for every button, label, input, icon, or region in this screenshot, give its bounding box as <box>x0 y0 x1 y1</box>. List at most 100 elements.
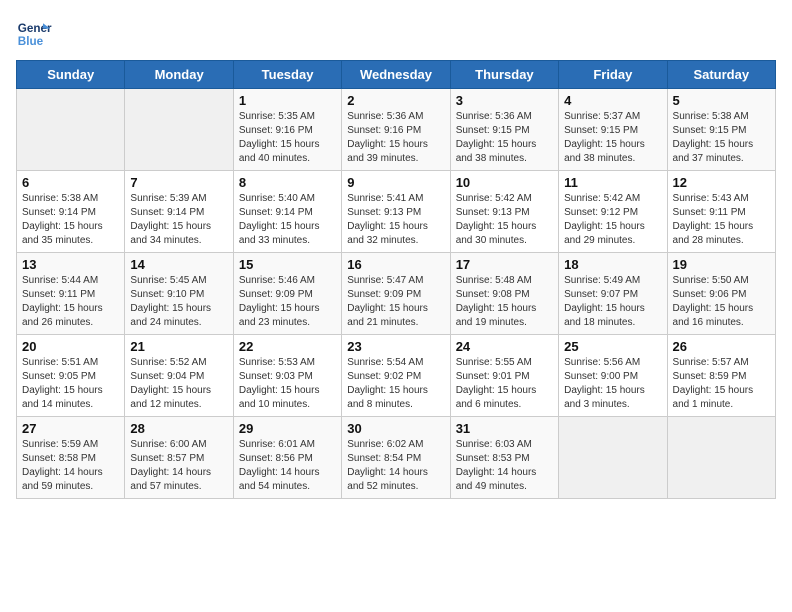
calendar-cell <box>667 417 775 499</box>
day-number: 3 <box>456 93 553 108</box>
day-info: Sunrise: 5:38 AM Sunset: 9:14 PM Dayligh… <box>22 192 119 248</box>
day-info: Sunrise: 6:01 AM Sunset: 8:56 PM Dayligh… <box>239 438 336 494</box>
day-info: Sunrise: 5:42 AM Sunset: 9:13 PM Dayligh… <box>456 192 553 248</box>
calendar-cell: 28 Sunrise: 6:00 AM Sunset: 8:57 PM Dayli… <box>125 417 233 499</box>
day-header-monday: Monday <box>125 61 233 89</box>
day-number: 12 <box>673 175 770 190</box>
calendar-cell: 1Sunrise: 5:35 AM Sunset: 9:16 PM Daylig… <box>233 89 341 171</box>
calendar-cell: 9 Sunrise: 5:41 AM Sunset: 9:13 PM Daylig… <box>342 171 450 253</box>
day-number: 6 <box>22 175 119 190</box>
calendar-cell: 19 Sunrise: 5:50 AM Sunset: 9:06 PM Dayli… <box>667 253 775 335</box>
day-info: Sunrise: 5:54 AM Sunset: 9:02 PM Dayligh… <box>347 356 444 412</box>
calendar-cell: 22 Sunrise: 5:53 AM Sunset: 9:03 PM Dayli… <box>233 335 341 417</box>
day-header-tuesday: Tuesday <box>233 61 341 89</box>
calendar-week-row: 1Sunrise: 5:35 AM Sunset: 9:16 PM Daylig… <box>17 89 776 171</box>
day-header-saturday: Saturday <box>667 61 775 89</box>
day-info: Sunrise: 5:39 AM Sunset: 9:14 PM Dayligh… <box>130 192 227 248</box>
day-number: 11 <box>564 175 661 190</box>
day-number: 21 <box>130 339 227 354</box>
logo-icon: General Blue <box>16 16 52 52</box>
day-info: Sunrise: 5:42 AM Sunset: 9:12 PM Dayligh… <box>564 192 661 248</box>
calendar-cell: 7 Sunrise: 5:39 AM Sunset: 9:14 PM Daylig… <box>125 171 233 253</box>
day-number: 14 <box>130 257 227 272</box>
calendar-cell: 15Sunrise: 5:46 AM Sunset: 9:09 PM Dayli… <box>233 253 341 335</box>
day-info: Sunrise: 5:43 AM Sunset: 9:11 PM Dayligh… <box>673 192 770 248</box>
calendar-cell: 24 Sunrise: 5:55 AM Sunset: 9:01 PM Dayli… <box>450 335 558 417</box>
day-number: 25 <box>564 339 661 354</box>
svg-text:General: General <box>18 22 52 35</box>
day-number: 23 <box>347 339 444 354</box>
calendar-cell: 10 Sunrise: 5:42 AM Sunset: 9:13 PM Dayli… <box>450 171 558 253</box>
day-info: Sunrise: 6:02 AM Sunset: 8:54 PM Dayligh… <box>347 438 444 494</box>
day-number: 22 <box>239 339 336 354</box>
day-header-sunday: Sunday <box>17 61 125 89</box>
day-info: Sunrise: 5:45 AM Sunset: 9:10 PM Dayligh… <box>130 274 227 330</box>
day-info: Sunrise: 6:03 AM Sunset: 8:53 PM Dayligh… <box>456 438 553 494</box>
day-number: 10 <box>456 175 553 190</box>
day-header-friday: Friday <box>559 61 667 89</box>
day-number: 19 <box>673 257 770 272</box>
page-header: General Blue <box>16 16 776 52</box>
day-number: 28 <box>130 421 227 436</box>
day-number: 17 <box>456 257 553 272</box>
calendar-cell: 26 Sunrise: 5:57 AM Sunset: 8:59 PM Dayli… <box>667 335 775 417</box>
calendar-cell: 17 Sunrise: 5:48 AM Sunset: 9:08 PM Dayli… <box>450 253 558 335</box>
calendar-cell: 20 Sunrise: 5:51 AM Sunset: 9:05 PM Dayli… <box>17 335 125 417</box>
day-info: Sunrise: 5:56 AM Sunset: 9:00 PM Dayligh… <box>564 356 661 412</box>
day-number: 1 <box>239 93 336 108</box>
day-info: Sunrise: 5:48 AM Sunset: 9:08 PM Dayligh… <box>456 274 553 330</box>
calendar-cell: 29 Sunrise: 6:01 AM Sunset: 8:56 PM Dayli… <box>233 417 341 499</box>
calendar-week-row: 27Sunrise: 5:59 AM Sunset: 8:58 PM Dayli… <box>17 417 776 499</box>
calendar-cell: 4 Sunrise: 5:37 AM Sunset: 9:15 PM Daylig… <box>559 89 667 171</box>
day-number: 24 <box>456 339 553 354</box>
calendar-cell: 13 Sunrise: 5:44 AM Sunset: 9:11 PM Dayli… <box>17 253 125 335</box>
day-number: 15 <box>239 257 336 272</box>
calendar-cell: 16 Sunrise: 5:47 AM Sunset: 9:09 PM Dayli… <box>342 253 450 335</box>
day-info: Sunrise: 5:38 AM Sunset: 9:15 PM Dayligh… <box>673 110 770 166</box>
calendar-cell: 25 Sunrise: 5:56 AM Sunset: 9:00 PM Dayli… <box>559 335 667 417</box>
calendar-cell <box>125 89 233 171</box>
calendar-cell: 5 Sunrise: 5:38 AM Sunset: 9:15 PM Daylig… <box>667 89 775 171</box>
day-info: Sunrise: 5:47 AM Sunset: 9:09 PM Dayligh… <box>347 274 444 330</box>
day-info: Sunrise: 5:55 AM Sunset: 9:01 PM Dayligh… <box>456 356 553 412</box>
day-number: 16 <box>347 257 444 272</box>
day-info: Sunrise: 5:50 AM Sunset: 9:06 PM Dayligh… <box>673 274 770 330</box>
day-info: Sunrise: 5:57 AM Sunset: 8:59 PM Dayligh… <box>673 356 770 412</box>
calendar-week-row: 13 Sunrise: 5:44 AM Sunset: 9:11 PM Dayli… <box>17 253 776 335</box>
calendar-cell: 27Sunrise: 5:59 AM Sunset: 8:58 PM Dayli… <box>17 417 125 499</box>
day-info: Sunrise: 5:37 AM Sunset: 9:15 PM Dayligh… <box>564 110 661 166</box>
day-number: 5 <box>673 93 770 108</box>
day-info: Sunrise: 5:41 AM Sunset: 9:13 PM Dayligh… <box>347 192 444 248</box>
day-info: Sunrise: 5:36 AM Sunset: 9:15 PM Dayligh… <box>456 110 553 166</box>
calendar-cell <box>559 417 667 499</box>
calendar-header-row: SundayMondayTuesdayWednesdayThursdayFrid… <box>17 61 776 89</box>
day-number: 9 <box>347 175 444 190</box>
svg-text:Blue: Blue <box>18 35 44 48</box>
day-info: Sunrise: 5:40 AM Sunset: 9:14 PM Dayligh… <box>239 192 336 248</box>
calendar-cell: 12 Sunrise: 5:43 AM Sunset: 9:11 PM Dayli… <box>667 171 775 253</box>
day-number: 7 <box>130 175 227 190</box>
calendar-cell: 8 Sunrise: 5:40 AM Sunset: 9:14 PM Daylig… <box>233 171 341 253</box>
day-info: Sunrise: 5:44 AM Sunset: 9:11 PM Dayligh… <box>22 274 119 330</box>
calendar-week-row: 20 Sunrise: 5:51 AM Sunset: 9:05 PM Dayli… <box>17 335 776 417</box>
calendar-cell <box>17 89 125 171</box>
day-number: 2 <box>347 93 444 108</box>
day-number: 20 <box>22 339 119 354</box>
calendar-table: SundayMondayTuesdayWednesdayThursdayFrid… <box>16 60 776 499</box>
day-info: Sunrise: 5:53 AM Sunset: 9:03 PM Dayligh… <box>239 356 336 412</box>
calendar-week-row: 6 Sunrise: 5:38 AM Sunset: 9:14 PM Daylig… <box>17 171 776 253</box>
day-number: 26 <box>673 339 770 354</box>
day-number: 29 <box>239 421 336 436</box>
calendar-cell: 21 Sunrise: 5:52 AM Sunset: 9:04 PM Dayli… <box>125 335 233 417</box>
day-info: Sunrise: 6:00 AM Sunset: 8:57 PM Dayligh… <box>130 438 227 494</box>
day-info: Sunrise: 5:36 AM Sunset: 9:16 PM Dayligh… <box>347 110 444 166</box>
calendar-cell: 3 Sunrise: 5:36 AM Sunset: 9:15 PM Daylig… <box>450 89 558 171</box>
day-number: 13 <box>22 257 119 272</box>
calendar-cell: 14 Sunrise: 5:45 AM Sunset: 9:10 PM Dayli… <box>125 253 233 335</box>
day-number: 8 <box>239 175 336 190</box>
day-header-thursday: Thursday <box>450 61 558 89</box>
day-info: Sunrise: 5:51 AM Sunset: 9:05 PM Dayligh… <box>22 356 119 412</box>
day-info: Sunrise: 5:52 AM Sunset: 9:04 PM Dayligh… <box>130 356 227 412</box>
day-number: 4 <box>564 93 661 108</box>
calendar-cell: 31Sunrise: 6:03 AM Sunset: 8:53 PM Dayli… <box>450 417 558 499</box>
